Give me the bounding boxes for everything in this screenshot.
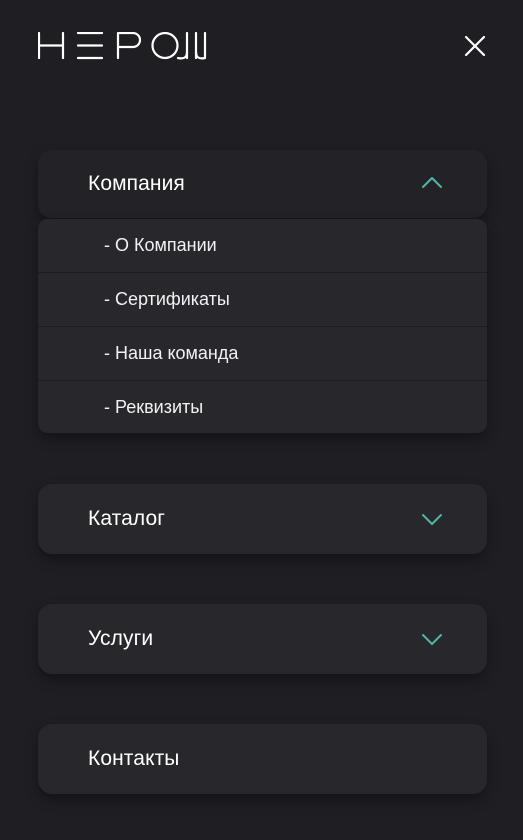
contacts-header[interactable]: Контакты — [38, 724, 487, 794]
menu-item-contacts[interactable]: Контакты — [38, 724, 487, 794]
chevron-down-icon — [422, 634, 442, 645]
submenu-item-team[interactable]: - Наша команда — [38, 327, 487, 381]
chevron-up-icon — [422, 177, 442, 188]
catalog-header[interactable]: Каталог — [38, 484, 487, 554]
submenu-item-certificates[interactable]: - Сертификаты — [38, 273, 487, 327]
logo[interactable] — [38, 32, 210, 60]
menu-item-company-label: Компания — [88, 172, 185, 195]
menu-item-contacts-label: Контакты — [88, 747, 180, 770]
submenu-item-about[interactable]: - О Компании — [38, 219, 487, 273]
menu-item-catalog-label: Каталог — [88, 507, 166, 530]
close-button[interactable] — [460, 31, 490, 61]
chevron-down-icon — [422, 514, 442, 525]
submenu-item-requisites[interactable]: - Реквизиты — [38, 381, 487, 433]
services-header[interactable]: Услуги — [38, 604, 487, 674]
close-icon — [464, 35, 486, 57]
menu-item-catalog[interactable]: Каталог — [38, 484, 487, 554]
company-submenu: - О Компании - Сертификаты - Наша команд… — [38, 219, 487, 433]
menu-item-services-label: Услуги — [88, 627, 154, 650]
menu-item-services[interactable]: Услуги — [38, 604, 487, 674]
menu-item-company[interactable]: Компания — [38, 150, 487, 218]
